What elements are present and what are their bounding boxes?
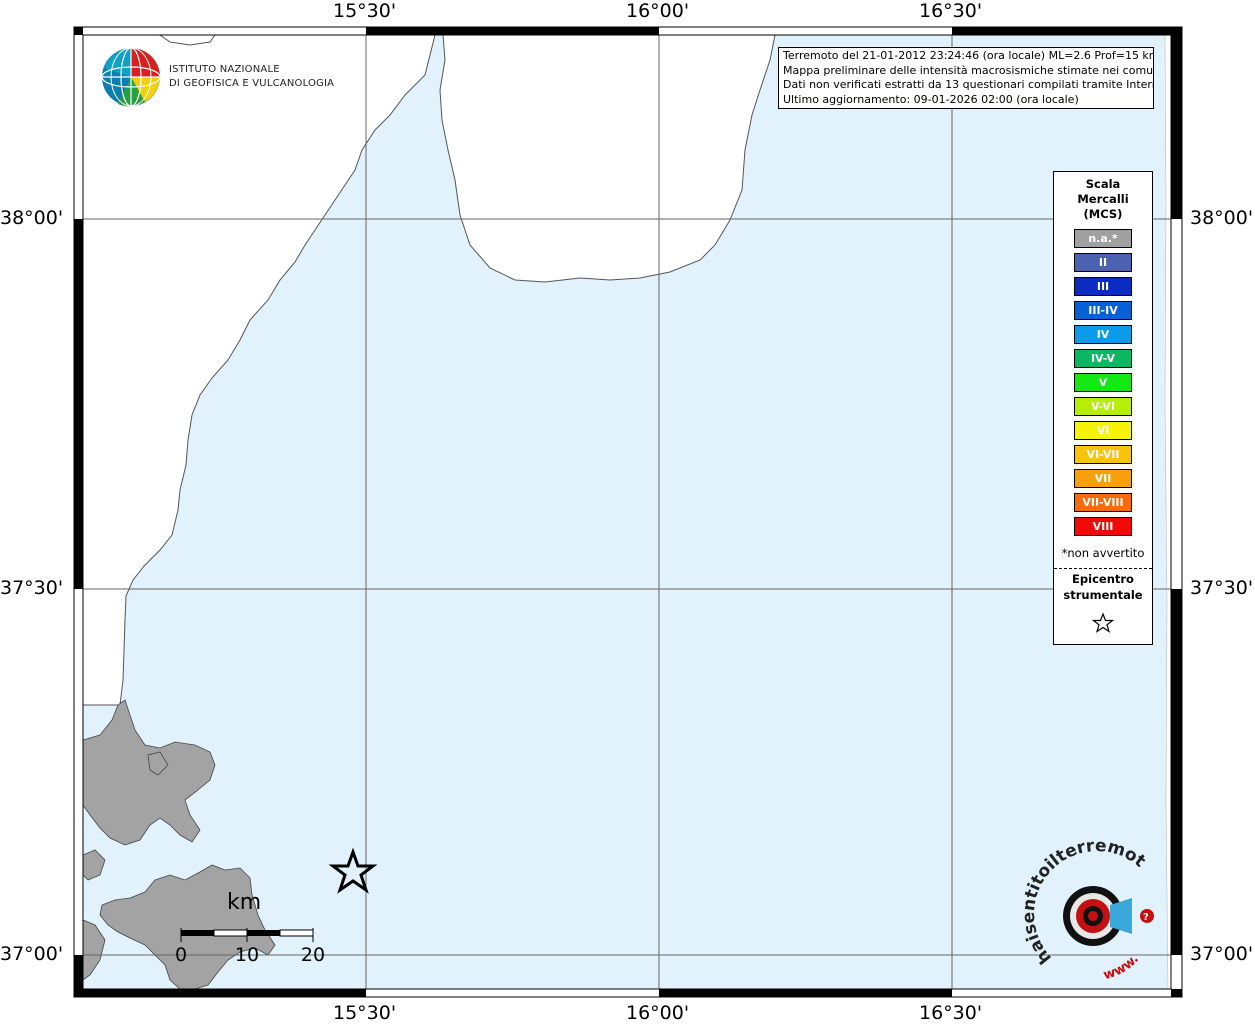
lat-label-right-2: 37°30' (1190, 577, 1254, 599)
legend-separator (1054, 568, 1152, 569)
lon-label-bottom-2: 16°00' (626, 1002, 690, 1024)
lon-label-bottom-1: 15°30' (333, 1002, 397, 1024)
info-line-map: Mappa preliminare delle intensità macros… (783, 63, 1154, 77)
legend-item: V-VI (1074, 397, 1132, 416)
legend-item: III (1074, 277, 1132, 296)
info-line-data: Dati non verificati estratti da 13 quest… (783, 78, 1154, 91)
legend-item: n.a.* (1074, 229, 1132, 248)
legend-item: VII-VIII (1074, 493, 1132, 512)
institute-line-1: ISTITUTO NAZIONALE (169, 64, 280, 75)
legend-note: *non avvertito (1061, 546, 1145, 560)
scale-title: km (227, 890, 262, 915)
legend-item: V (1074, 373, 1132, 392)
legend-item: VI (1074, 421, 1132, 440)
mcs-legend: Scala Mercalli (MCS) n.a.* II III III-IV IV I… (1053, 171, 1153, 645)
institute-name: ISTITUTO NAZIONALE DI GEOFISICA E VULCAN… (169, 63, 334, 91)
lat-label-left-3: 37°00' (0, 943, 64, 965)
legend-epicenter-label: Epicentro strumentale (1054, 572, 1152, 603)
info-line-event: Terremoto del 21-01-2012 23:24:46 (ora l… (783, 49, 1154, 62)
brand-question: ? (1143, 912, 1149, 923)
legend-title-line-3: (MCS) (1083, 207, 1123, 221)
ingv-globe-icon (101, 47, 161, 107)
legend-epicenter-line-2: strumentale (1063, 587, 1143, 602)
lat-label-right-3: 37°00' (1190, 943, 1254, 965)
legend-epicenter-line-1: Epicentro (1072, 572, 1134, 586)
legend-title: Scala Mercalli (MCS) (1054, 177, 1152, 222)
legend-item: III-IV (1074, 301, 1132, 320)
info-line-update: Ultimo aggiornamento: 09-01-2026 02:00 (… (783, 92, 1079, 106)
scale-tick-20: 20 (300, 944, 326, 966)
event-info-box: Terremoto del 21-01-2012 23:24:46 (ora l… (778, 47, 1154, 109)
legend-item: II (1074, 253, 1132, 272)
lat-label-left-1: 38°00' (0, 207, 64, 229)
lon-label-top-2: 16°00' (626, 0, 690, 22)
legend-title-line-1: Scala (1085, 177, 1121, 191)
legend-star-icon (1092, 612, 1114, 633)
legend-item: IV (1074, 325, 1132, 344)
lon-label-top-3: 16°30' (919, 0, 983, 22)
lon-label-top-1: 15°30' (333, 0, 397, 22)
scale-tick-10: 10 (234, 944, 260, 966)
legend-title-line-2: Mercalli (1077, 192, 1129, 206)
legend-item: VI-VII (1074, 445, 1132, 464)
scale-tick-0: 0 (174, 944, 188, 966)
legend-item: VII (1074, 469, 1132, 488)
legend-item: IV-V (1074, 349, 1132, 368)
institute-line-2: DI GEOFISICA E VULCANOLOGIA (169, 78, 335, 89)
legend-item: VIII (1074, 517, 1132, 536)
lat-label-left-2: 37°30' (0, 577, 64, 599)
lon-label-bottom-3: 16°30' (919, 1002, 983, 1024)
lat-label-right-1: 38°00' (1190, 207, 1254, 229)
